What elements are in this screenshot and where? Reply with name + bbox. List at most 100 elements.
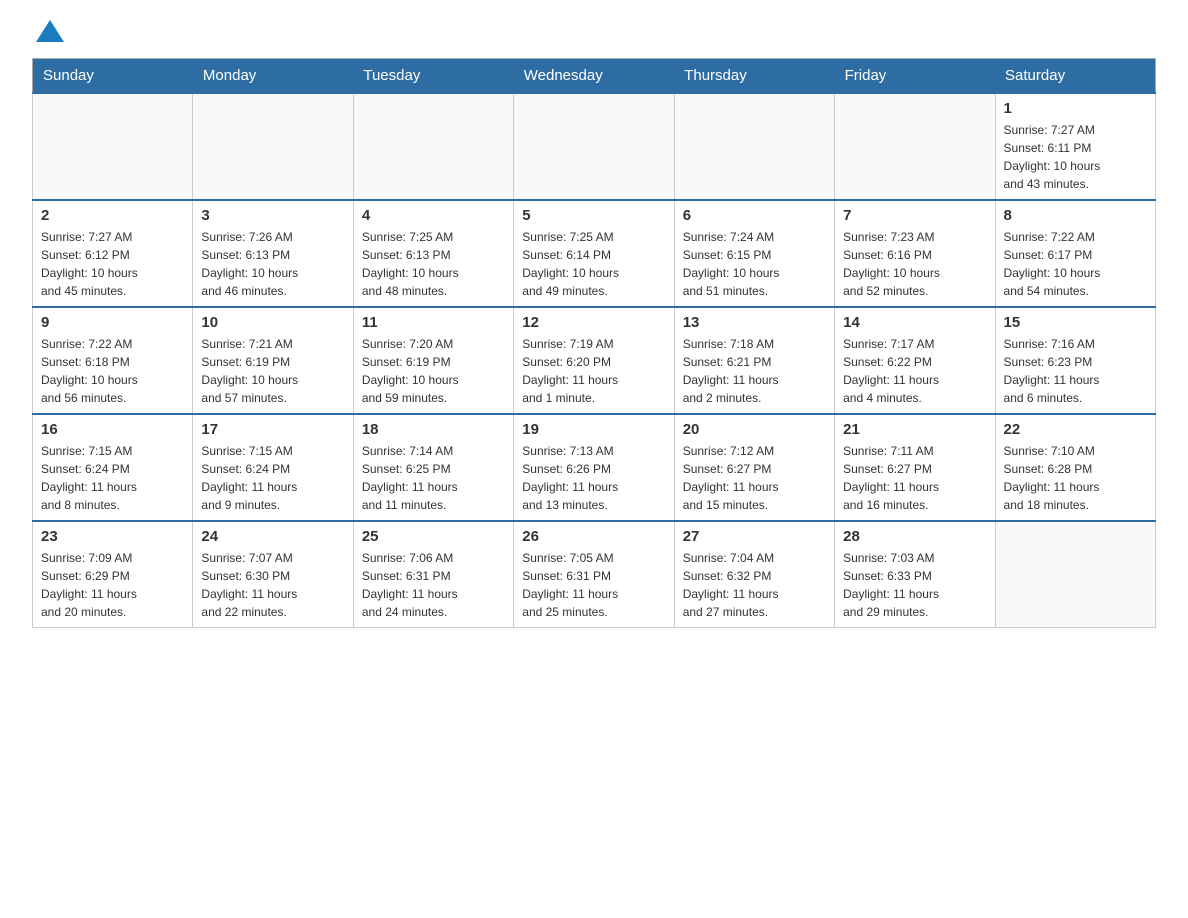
day-number: 23 — [41, 528, 184, 545]
weekday-header-row: SundayMondayTuesdayWednesdayThursdayFrid… — [33, 59, 1156, 94]
day-number: 16 — [41, 421, 184, 438]
day-number: 4 — [362, 207, 505, 224]
day-info: Sunrise: 7:18 AMSunset: 6:21 PMDaylight:… — [683, 335, 826, 407]
calendar-cell: 8 Sunrise: 7:22 AMSunset: 6:17 PMDaylight… — [995, 200, 1155, 307]
day-info: Sunrise: 7:25 AMSunset: 6:13 PMDaylight:… — [362, 228, 505, 300]
day-info: Sunrise: 7:10 AMSunset: 6:28 PMDaylight:… — [1004, 442, 1147, 514]
day-number: 14 — [843, 314, 986, 331]
logo-triangle-icon — [36, 20, 64, 42]
day-info: Sunrise: 7:05 AMSunset: 6:31 PMDaylight:… — [522, 549, 665, 621]
calendar-cell: 14 Sunrise: 7:17 AMSunset: 6:22 PMDayligh… — [835, 307, 995, 414]
calendar-week-row: 23 Sunrise: 7:09 AMSunset: 6:29 PMDayligh… — [33, 521, 1156, 628]
day-info: Sunrise: 7:16 AMSunset: 6:23 PMDaylight:… — [1004, 335, 1147, 407]
day-number: 21 — [843, 421, 986, 438]
day-info: Sunrise: 7:22 AMSunset: 6:17 PMDaylight:… — [1004, 228, 1147, 300]
calendar-week-row: 2 Sunrise: 7:27 AMSunset: 6:12 PMDaylight… — [33, 200, 1156, 307]
calendar-cell: 1 Sunrise: 7:27 AMSunset: 6:11 PMDaylight… — [995, 93, 1155, 200]
day-number: 20 — [683, 421, 826, 438]
day-number: 6 — [683, 207, 826, 224]
calendar-cell: 5 Sunrise: 7:25 AMSunset: 6:14 PMDaylight… — [514, 200, 674, 307]
day-info: Sunrise: 7:12 AMSunset: 6:27 PMDaylight:… — [683, 442, 826, 514]
day-info: Sunrise: 7:22 AMSunset: 6:18 PMDaylight:… — [41, 335, 184, 407]
day-info: Sunrise: 7:23 AMSunset: 6:16 PMDaylight:… — [843, 228, 986, 300]
calendar-cell: 17 Sunrise: 7:15 AMSunset: 6:24 PMDayligh… — [193, 414, 353, 521]
day-info: Sunrise: 7:21 AMSunset: 6:19 PMDaylight:… — [201, 335, 344, 407]
calendar-cell: 26Sunrise: 7:05 AMSunset: 6:31 PMDayligh… — [514, 521, 674, 628]
day-number: 3 — [201, 207, 344, 224]
calendar-cell: 9 Sunrise: 7:22 AMSunset: 6:18 PMDaylight… — [33, 307, 193, 414]
day-info: Sunrise: 7:13 AMSunset: 6:26 PMDaylight:… — [522, 442, 665, 514]
weekday-header-wednesday: Wednesday — [514, 59, 674, 94]
day-number: 8 — [1004, 207, 1147, 224]
day-info: Sunrise: 7:25 AMSunset: 6:14 PMDaylight:… — [522, 228, 665, 300]
calendar-cell: 15 Sunrise: 7:16 AMSunset: 6:23 PMDayligh… — [995, 307, 1155, 414]
calendar-cell — [353, 93, 513, 200]
calendar-week-row: 16 Sunrise: 7:15 AMSunset: 6:24 PMDayligh… — [33, 414, 1156, 521]
calendar-cell — [674, 93, 834, 200]
weekday-header-friday: Friday — [835, 59, 995, 94]
day-info: Sunrise: 7:24 AMSunset: 6:15 PMDaylight:… — [683, 228, 826, 300]
calendar-cell: 24 Sunrise: 7:07 AMSunset: 6:30 PMDayligh… — [193, 521, 353, 628]
day-info: Sunrise: 7:20 AMSunset: 6:19 PMDaylight:… — [362, 335, 505, 407]
calendar-cell — [193, 93, 353, 200]
day-info: Sunrise: 7:17 AMSunset: 6:22 PMDaylight:… — [843, 335, 986, 407]
day-info: Sunrise: 7:09 AMSunset: 6:29 PMDaylight:… — [41, 549, 184, 621]
day-number: 5 — [522, 207, 665, 224]
weekday-header-saturday: Saturday — [995, 59, 1155, 94]
calendar-cell: 21 Sunrise: 7:11 AMSunset: 6:27 PMDayligh… — [835, 414, 995, 521]
day-number: 27 — [683, 528, 826, 545]
page-header — [32, 24, 1156, 42]
calendar-cell: 3 Sunrise: 7:26 AMSunset: 6:13 PMDaylight… — [193, 200, 353, 307]
calendar-cell: 22 Sunrise: 7:10 AMSunset: 6:28 PMDayligh… — [995, 414, 1155, 521]
calendar-cell: 10 Sunrise: 7:21 AMSunset: 6:19 PMDayligh… — [193, 307, 353, 414]
calendar-cell: 25 Sunrise: 7:06 AMSunset: 6:31 PMDayligh… — [353, 521, 513, 628]
day-info: Sunrise: 7:15 AMSunset: 6:24 PMDaylight:… — [41, 442, 184, 514]
day-info: Sunrise: 7:15 AMSunset: 6:24 PMDaylight:… — [201, 442, 344, 514]
logo — [32, 24, 64, 42]
day-info: Sunrise: 7:06 AMSunset: 6:31 PMDaylight:… — [362, 549, 505, 621]
calendar-cell: 18 Sunrise: 7:14 AMSunset: 6:25 PMDayligh… — [353, 414, 513, 521]
day-number: 18 — [362, 421, 505, 438]
calendar-cell: 27 Sunrise: 7:04 AMSunset: 6:32 PMDayligh… — [674, 521, 834, 628]
day-number: 1 — [1004, 100, 1147, 117]
day-info: Sunrise: 7:14 AMSunset: 6:25 PMDaylight:… — [362, 442, 505, 514]
day-number: 2 — [41, 207, 184, 224]
day-number: 10 — [201, 314, 344, 331]
calendar-cell: 12Sunrise: 7:19 AMSunset: 6:20 PMDayligh… — [514, 307, 674, 414]
calendar-cell: 13Sunrise: 7:18 AMSunset: 6:21 PMDayligh… — [674, 307, 834, 414]
calendar-cell — [835, 93, 995, 200]
day-info: Sunrise: 7:03 AMSunset: 6:33 PMDaylight:… — [843, 549, 986, 621]
calendar-cell — [514, 93, 674, 200]
calendar-cell: 6 Sunrise: 7:24 AMSunset: 6:15 PMDaylight… — [674, 200, 834, 307]
day-number: 17 — [201, 421, 344, 438]
calendar-cell — [995, 521, 1155, 628]
calendar-cell: 16 Sunrise: 7:15 AMSunset: 6:24 PMDayligh… — [33, 414, 193, 521]
day-info: Sunrise: 7:27 AMSunset: 6:11 PMDaylight:… — [1004, 121, 1147, 193]
calendar-table: SundayMondayTuesdayWednesdayThursdayFrid… — [32, 58, 1156, 628]
calendar-cell — [33, 93, 193, 200]
day-number: 28 — [843, 528, 986, 545]
day-info: Sunrise: 7:07 AMSunset: 6:30 PMDaylight:… — [201, 549, 344, 621]
day-number: 19 — [522, 421, 665, 438]
day-info: Sunrise: 7:26 AMSunset: 6:13 PMDaylight:… — [201, 228, 344, 300]
day-number: 11 — [362, 314, 505, 331]
calendar-cell: 28 Sunrise: 7:03 AMSunset: 6:33 PMDayligh… — [835, 521, 995, 628]
calendar-cell: 20 Sunrise: 7:12 AMSunset: 6:27 PMDayligh… — [674, 414, 834, 521]
calendar-week-row: 1 Sunrise: 7:27 AMSunset: 6:11 PMDaylight… — [33, 93, 1156, 200]
day-number: 15 — [1004, 314, 1147, 331]
day-number: 9 — [41, 314, 184, 331]
day-number: 7 — [843, 207, 986, 224]
day-info: Sunrise: 7:04 AMSunset: 6:32 PMDaylight:… — [683, 549, 826, 621]
day-number: 22 — [1004, 421, 1147, 438]
calendar-cell: 7 Sunrise: 7:23 AMSunset: 6:16 PMDaylight… — [835, 200, 995, 307]
calendar-cell: 4 Sunrise: 7:25 AMSunset: 6:13 PMDaylight… — [353, 200, 513, 307]
day-info: Sunrise: 7:19 AMSunset: 6:20 PMDaylight:… — [522, 335, 665, 407]
day-number: 25 — [362, 528, 505, 545]
day-number: 24 — [201, 528, 344, 545]
weekday-header-sunday: Sunday — [33, 59, 193, 94]
day-info: Sunrise: 7:27 AMSunset: 6:12 PMDaylight:… — [41, 228, 184, 300]
weekday-header-thursday: Thursday — [674, 59, 834, 94]
calendar-week-row: 9 Sunrise: 7:22 AMSunset: 6:18 PMDaylight… — [33, 307, 1156, 414]
calendar-cell: 11 Sunrise: 7:20 AMSunset: 6:19 PMDayligh… — [353, 307, 513, 414]
day-info: Sunrise: 7:11 AMSunset: 6:27 PMDaylight:… — [843, 442, 986, 514]
